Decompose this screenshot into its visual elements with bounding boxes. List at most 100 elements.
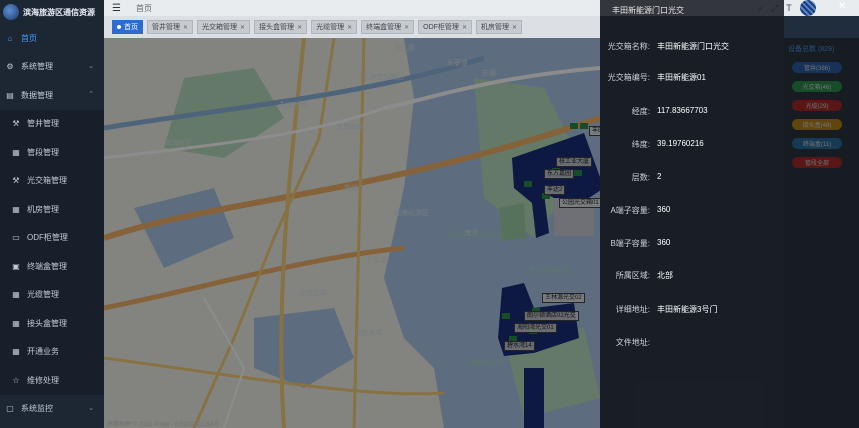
map-marker-label[interactable]: 丰达2: [544, 185, 566, 195]
font-size-icon[interactable]: T: [786, 3, 792, 13]
close-tab-icon[interactable]: ✕: [462, 24, 467, 31]
map-marker-label[interactable]: 东方嘉园: [544, 169, 575, 179]
map-place-label: 滨海新区: [164, 140, 192, 147]
star-icon: ☆: [12, 375, 20, 385]
map-marker-label[interactable]: 公园光交箱01: [559, 198, 600, 208]
map-poi[interactable]: 天津方特欢乐世界: [449, 231, 505, 241]
tab-label: 机房管理: [480, 24, 509, 31]
close-tab-icon[interactable]: ✕: [240, 24, 245, 31]
map-marker-label[interactable]: 核工业大厦: [556, 157, 593, 167]
sidebar-item[interactable]: ▤ 数据管理 ⌃: [0, 81, 104, 110]
legend-title: 设备总数 (829): [788, 46, 835, 53]
detail-key: 文件地址:: [615, 338, 650, 347]
close-icon[interactable]: ✕: [838, 1, 846, 12]
tab-tag[interactable]: 首页: [112, 20, 143, 34]
sidebar-item[interactable]: ▣ 终端盒管理: [0, 252, 104, 281]
tab-label: 光缆管理: [316, 24, 345, 31]
sidebar-item-label: 管井管理: [27, 119, 59, 129]
tool-icon: ⚒: [12, 176, 20, 186]
breadcrumb[interactable]: 首页: [136, 3, 152, 14]
monitor-icon: ▢: [6, 404, 14, 414]
active-dot-icon: [117, 25, 121, 29]
map-place-label: 西北板: [394, 45, 415, 52]
close-tab-icon[interactable]: ✕: [297, 24, 302, 31]
sidebar-item-label: 首页: [21, 33, 37, 43]
sidebar-item[interactable]: ▭ ODF柜管理: [0, 223, 104, 252]
map-marker-label[interactable]: 丰田新能源门口光交: [589, 126, 600, 136]
map-place-label: 天津港保税区: [362, 74, 404, 81]
detail-key: 经度:: [631, 107, 650, 116]
detail-drawer: 丰田新能源门口光交 光交箱名称: 丰田新能源门口光交 光交箱编号: 丰田新能源01 经度…: [600, 0, 784, 428]
map-marker-label[interactable]: 碧水湾14: [504, 341, 535, 351]
map-place-label: 北塘南路: [336, 124, 364, 131]
detail-key: 详细地址:: [615, 305, 650, 314]
avatar[interactable]: [799, 0, 816, 16]
rack-icon: ▭: [12, 233, 20, 243]
sidebar-item-label: 机房管理: [27, 204, 59, 214]
sidebar-item[interactable]: ▦ 开通业务: [0, 337, 104, 366]
detail-value: 丰田新能源门口光交: [657, 42, 729, 51]
legend-item[interactable]: 光缆(29): [792, 100, 842, 111]
map-poi[interactable]: 官东湿地公园: [529, 265, 571, 275]
detail-key: 层数:: [631, 173, 650, 182]
hamburger-icon[interactable]: ☰: [112, 3, 126, 14]
detail-key: 光交箱名称:: [607, 42, 650, 51]
sidebar-item[interactable]: ⌂ 首页: [0, 24, 104, 53]
sidebar-item-label: 终端盒管理: [27, 261, 67, 271]
detail-value: 360: [657, 205, 671, 214]
tab-tag[interactable]: 光缆管理 ✕: [311, 20, 358, 34]
sidebar-item-label: 光缆管理: [27, 290, 59, 300]
map-marker-label[interactable]: 朗尔顿酒店02光交: [524, 311, 579, 321]
tab-tag[interactable]: 机房管理 ✕: [475, 20, 522, 34]
map-marker-label[interactable]: 王林源光交02: [542, 293, 585, 303]
box-icon: ▣: [12, 261, 20, 271]
map-place-label: 新港: [344, 185, 358, 192]
sidebar-item[interactable]: ▦ 管段管理: [0, 138, 104, 167]
map-poi[interactable]: 天津科技大学: [464, 358, 506, 368]
tab-tag[interactable]: ODF柜管理 ✕: [418, 20, 472, 34]
doc-icon: ▦: [12, 318, 20, 328]
legend-item[interactable]: 管井(386): [792, 62, 842, 73]
sidebar-item[interactable]: ☆ 维修处理: [0, 366, 104, 395]
sidebar-item[interactable]: ⚙ 系统管理 ⌄: [0, 53, 104, 82]
sidebar-item[interactable]: ▦ 接头盒管理: [0, 309, 104, 338]
sidebar-item[interactable]: ▦ 光缆管理: [0, 280, 104, 309]
map-place-label: 临港经济区: [394, 210, 429, 217]
tab-tag[interactable]: 接头盒管理 ✕: [254, 20, 308, 34]
sidebar-item[interactable]: ▦ 机房管理: [0, 195, 104, 224]
detail-key: 纬度:: [631, 140, 650, 149]
map[interactable]: 西北板 天津港保税区 东疆 长泰道 北塘南路 永定新河 新港 海河 宁车沽 北塘水库 北塘古镇 滨海新…: [104, 38, 600, 428]
tab-tag[interactable]: 管井管理 ✕: [147, 20, 194, 34]
map-marker-label[interactable]: 海阳湾光交01: [514, 323, 557, 333]
sidebar-item[interactable]: ⚒ 光交箱管理: [0, 166, 104, 195]
legend-item[interactable]: 光交箱(46): [792, 81, 842, 92]
drawer-title: 丰田新能源门口光交: [612, 6, 684, 15]
map-place-label: 永定新河: [279, 102, 307, 109]
sidebar-item[interactable]: ▢ 系统监控 ⌄: [0, 395, 104, 424]
map-place-label: 北塘水库: [354, 330, 382, 337]
detail-value: 北部: [657, 271, 673, 280]
close-tab-icon[interactable]: ✕: [183, 24, 188, 31]
gear-icon: ⚙: [6, 62, 14, 72]
close-tab-icon[interactable]: ✕: [404, 24, 409, 31]
close-tab-icon[interactable]: ✕: [512, 24, 517, 31]
tab-tag[interactable]: 终端盒管理 ✕: [361, 20, 415, 34]
tab-tag[interactable]: 光交箱管理 ✕: [197, 20, 251, 34]
legend-item[interactable]: 终端盒(11): [792, 138, 842, 149]
map-place-label: 东疆: [482, 70, 496, 77]
chevron-down-icon: ⌄: [88, 404, 94, 412]
doc-icon: ▦: [12, 147, 20, 157]
legend-item[interactable]: 管段全部: [792, 157, 842, 168]
legend-item[interactable]: 接头盒(48): [792, 119, 842, 130]
sidebar-item-label: 接头盒管理: [27, 318, 67, 328]
sidebar-item[interactable]: ⚒ 管井管理: [0, 109, 104, 138]
tab-label: 首页: [124, 24, 138, 31]
map-canvas[interactable]: [104, 38, 600, 428]
tab-label: ODF柜管理: [423, 24, 459, 31]
brand: 滨海旅游区通信资源: [0, 0, 104, 24]
sidebar-item-label: 开通业务: [27, 347, 59, 357]
tags-view: 首页 管井管理 ✕ 光交箱管理 ✕ 接头盒管理 ✕ 光缆管理 ✕ 终端盒管理 ✕ ODF柜管理 ✕ 机房管…: [104, 16, 600, 38]
close-tab-icon[interactable]: ✕: [347, 24, 352, 31]
sidebar-item-label: 维修处理: [27, 375, 59, 385]
app-logo: [3, 4, 19, 20]
